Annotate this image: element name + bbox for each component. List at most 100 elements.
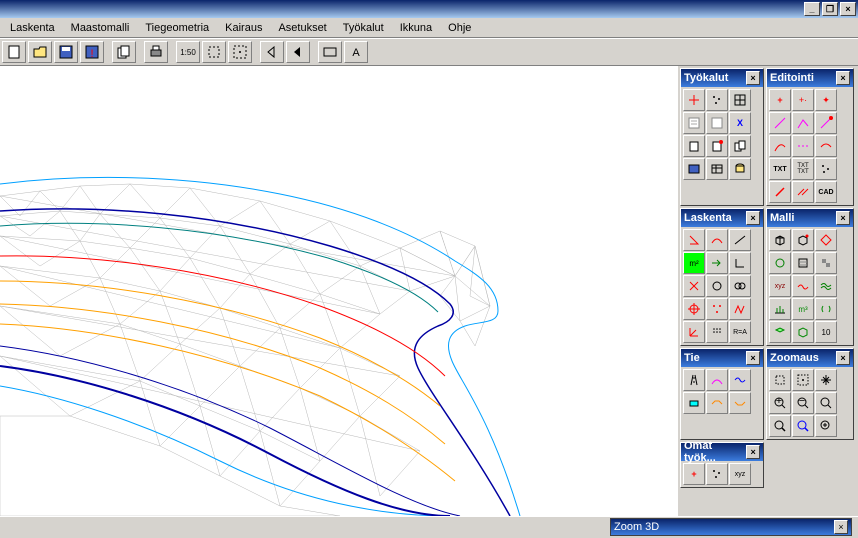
edit-txt[interactable]: TXT: [769, 158, 791, 180]
tool-table1[interactable]: [683, 158, 705, 180]
model-wave2[interactable]: [815, 275, 837, 297]
zoom-prev[interactable]: [815, 392, 837, 414]
edit-dashes[interactable]: [792, 135, 814, 157]
calc-line[interactable]: [729, 229, 751, 251]
drawing-canvas[interactable]: [0, 66, 678, 516]
tool-grid[interactable]: [729, 89, 751, 111]
model-cube1[interactable]: [769, 229, 791, 251]
calc-matrix[interactable]: [706, 321, 728, 343]
zoom-extents[interactable]: [792, 369, 814, 391]
edit-line1[interactable]: [769, 112, 791, 134]
zoom-window[interactable]: [769, 369, 791, 391]
tb-zoom-fit[interactable]: [228, 41, 252, 63]
tool-clip2[interactable]: [706, 135, 728, 157]
calc-target[interactable]: [683, 298, 705, 320]
tb-rect[interactable]: [318, 41, 342, 63]
menu-tiegeometria[interactable]: Tiegeometria: [137, 20, 217, 36]
calc-cross[interactable]: [683, 275, 705, 297]
model-cube4[interactable]: [792, 321, 814, 343]
menu-asetukset[interactable]: Asetukset: [270, 20, 334, 36]
omat-add[interactable]: +: [683, 463, 705, 485]
menu-ohje[interactable]: Ohje: [440, 20, 479, 36]
tie-curve[interactable]: [706, 369, 728, 391]
tb-open[interactable]: [28, 41, 52, 63]
tool-table2[interactable]: [706, 158, 728, 180]
model-rot[interactable]: [815, 298, 837, 320]
model-cube2[interactable]: [792, 229, 814, 251]
tool-clip1[interactable]: [683, 135, 705, 157]
edit-cad[interactable]: CAD: [815, 181, 837, 203]
panel-close-icon[interactable]: ×: [746, 211, 760, 225]
tie-sect2[interactable]: [706, 392, 728, 414]
tb-multidoc[interactable]: [112, 41, 136, 63]
calc-zigzag[interactable]: [729, 298, 751, 320]
edit-add[interactable]: +: [769, 89, 791, 111]
minimize-button[interactable]: _: [804, 2, 820, 16]
menu-ikkuna[interactable]: Ikkuna: [392, 20, 440, 36]
tb-zoom-extents[interactable]: [202, 41, 226, 63]
model-grid[interactable]: [769, 298, 791, 320]
calc-axes[interactable]: [683, 321, 705, 343]
calc-perp[interactable]: [729, 252, 751, 274]
tool-scatter[interactable]: [706, 89, 728, 111]
model-m3[interactable]: m³: [792, 298, 814, 320]
tool-x-blue[interactable]: X: [729, 112, 751, 134]
tb-back-2[interactable]: [286, 41, 310, 63]
model-xyz[interactable]: xyz: [769, 275, 791, 297]
tool-point-red[interactable]: [683, 89, 705, 111]
calc-angle[interactable]: [683, 229, 705, 251]
edit-scatter[interactable]: [815, 158, 837, 180]
maximize-button[interactable]: ❐: [822, 2, 838, 16]
zoom-mag1[interactable]: [769, 415, 791, 437]
panel-close-icon[interactable]: ×: [836, 71, 850, 85]
calc-arrow[interactable]: [706, 252, 728, 274]
panel-close-icon[interactable]: ×: [746, 351, 760, 365]
menu-tyokalut[interactable]: Työkalut: [335, 20, 392, 36]
omat-scatter[interactable]: [706, 463, 728, 485]
edit-slash[interactable]: [769, 181, 791, 203]
edit-add-star[interactable]: ✦: [815, 89, 837, 111]
panel-close-icon[interactable]: ×: [746, 71, 760, 85]
tool-cylinder[interactable]: [729, 158, 751, 180]
calc-dots[interactable]: [706, 298, 728, 320]
tool-clip3[interactable]: [729, 135, 751, 157]
tb-save[interactable]: [54, 41, 78, 63]
tie-road[interactable]: [683, 369, 705, 391]
model-cube3[interactable]: [769, 321, 791, 343]
calc-ra[interactable]: R=A: [729, 321, 751, 343]
model-checker[interactable]: [815, 252, 837, 274]
calc-m2[interactable]: m²: [683, 252, 705, 274]
edit-line2[interactable]: [792, 112, 814, 134]
menu-laskenta[interactable]: Laskenta: [2, 20, 63, 36]
edit-curve1[interactable]: [769, 135, 791, 157]
tie-sect1[interactable]: [683, 392, 705, 414]
tool-notes1[interactable]: [683, 112, 705, 134]
calc-circle[interactable]: [706, 275, 728, 297]
panel-close-icon[interactable]: ×: [836, 211, 850, 225]
panel-close-icon[interactable]: ×: [836, 351, 850, 365]
edit-curve2[interactable]: [815, 135, 837, 157]
calc-circles[interactable]: [729, 275, 751, 297]
model-ten[interactable]: 10: [815, 321, 837, 343]
zoom-plus[interactable]: +: [769, 392, 791, 414]
zoom-minus[interactable]: −: [792, 392, 814, 414]
tb-text[interactable]: A: [344, 41, 368, 63]
tb-back[interactable]: [260, 41, 284, 63]
edit-line3[interactable]: [815, 112, 837, 134]
zoom-pan[interactable]: [815, 369, 837, 391]
tb-save-warn[interactable]: !: [80, 41, 104, 63]
tb-new[interactable]: [2, 41, 26, 63]
model-wave1[interactable]: [792, 275, 814, 297]
model-diamond[interactable]: [815, 229, 837, 251]
tie-wave[interactable]: [729, 369, 751, 391]
close-button[interactable]: ×: [840, 2, 856, 16]
tie-sect3[interactable]: [729, 392, 751, 414]
model-green[interactable]: [769, 252, 791, 274]
tb-scale[interactable]: 1:50: [176, 41, 200, 63]
calc-curve[interactable]: [706, 229, 728, 251]
tb-print[interactable]: [144, 41, 168, 63]
edit-txt2[interactable]: TXTTXT: [792, 158, 814, 180]
status-close-icon[interactable]: ×: [834, 520, 848, 534]
panel-close-icon[interactable]: ×: [746, 445, 760, 459]
zoom-mag3[interactable]: [815, 415, 837, 437]
